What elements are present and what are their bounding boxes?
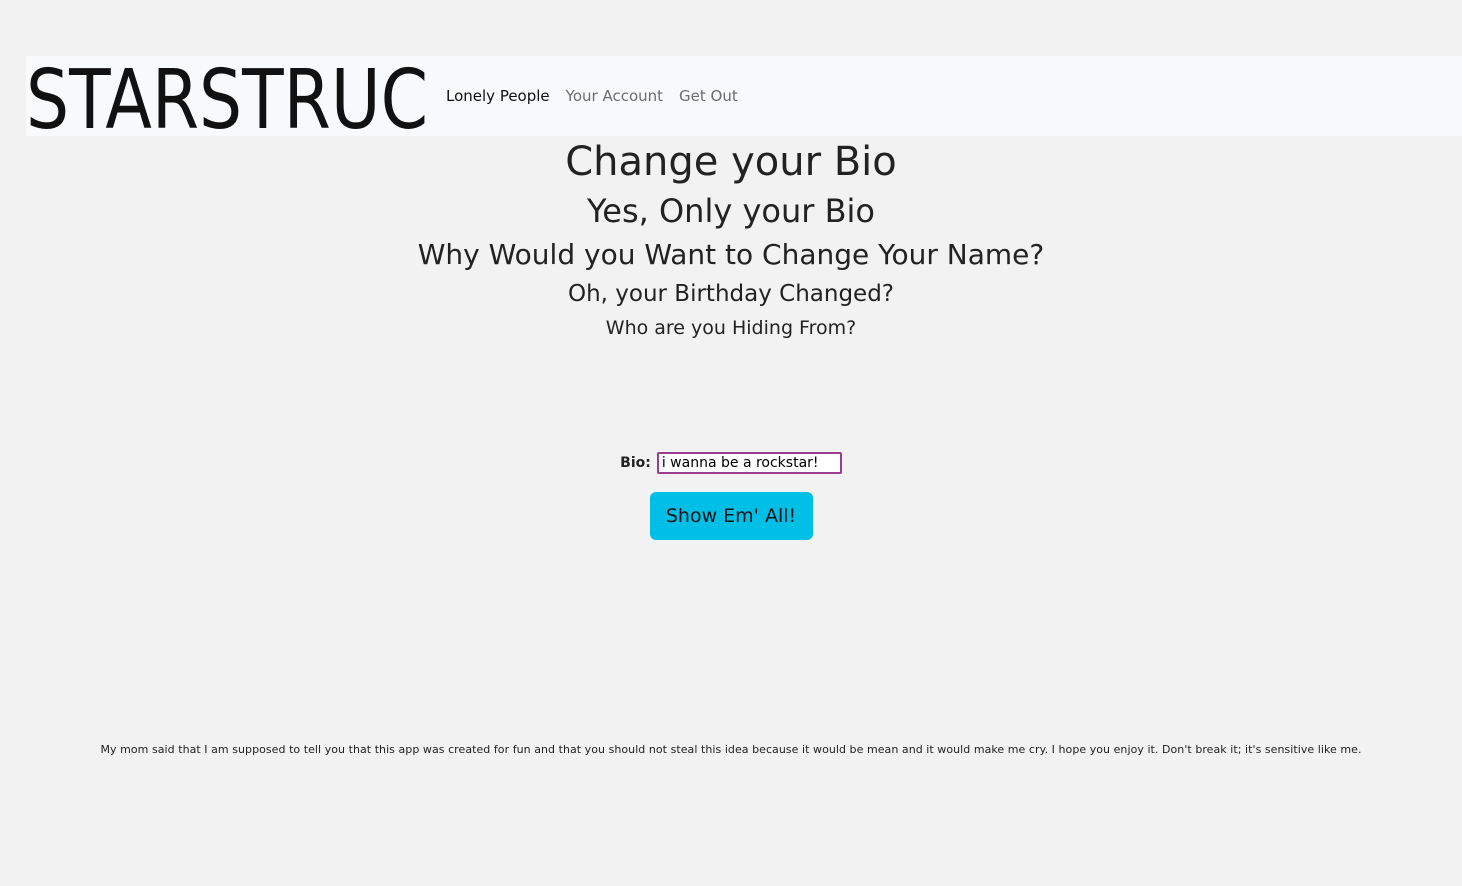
subtitle-hiding: Who are you Hiding From? <box>605 317 857 339</box>
starstruc-logo: STARSTRUC <box>26 56 428 136</box>
nav-link-lonely-people[interactable]: Lonely People <box>446 87 550 105</box>
show-em-all-button[interactable]: Show Em' All! <box>649 492 813 540</box>
footer-disclaimer: My mom said that I am supposed to tell y… <box>100 743 1362 756</box>
headings: Change your Bio Yes, Only your Bio Why W… <box>0 136 1462 344</box>
subtitle-birthday: Oh, your Birthday Changed? <box>567 281 895 307</box>
nav-link-your-account[interactable]: Your Account <box>566 87 663 105</box>
nav-links: Lonely People Your Account Get Out <box>446 56 754 136</box>
bio-form: Bio: <box>0 452 1462 474</box>
brand-logo[interactable]: STARSTRUC <box>26 56 430 136</box>
subtitle-bio: Yes, Only your Bio <box>586 192 875 230</box>
nav-link-get-out[interactable]: Get Out <box>679 87 738 105</box>
navbar: STARSTRUC Lonely People Your Account Get… <box>26 56 1462 136</box>
page-title: Change your Bio <box>565 139 897 185</box>
subtitle-name: Why Would you Want to Change Your Name? <box>417 238 1045 271</box>
bio-input[interactable] <box>656 452 842 474</box>
logo-text: STARSTRUC <box>26 56 428 136</box>
bio-label: Bio: <box>620 455 651 471</box>
button-wrap: Show Em' All! <box>0 492 1462 540</box>
